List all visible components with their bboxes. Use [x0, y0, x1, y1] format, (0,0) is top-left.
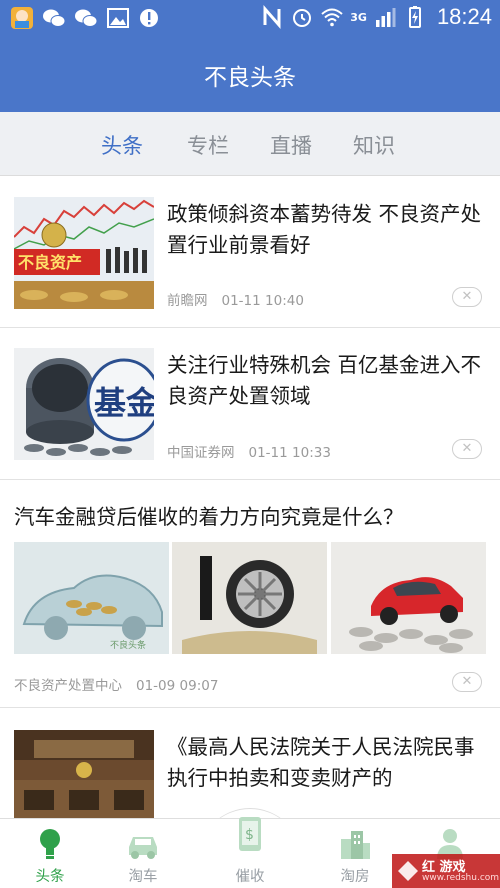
notification-icons — [10, 6, 162, 30]
news-feed: 不良资产 政策倾斜资本蓄势待发 不良资产处置行业前景看好 前瞻网 01-11 10… — [0, 177, 500, 818]
tab-headlines[interactable]: 头条 — [101, 130, 143, 160]
nfc-icon — [263, 5, 281, 29]
news-thumbnail — [172, 542, 327, 654]
news-item[interactable]: 《最高人民法院关于人民法院民事执行中拍卖和变卖财产的 — [0, 708, 500, 818]
news-title[interactable]: 关注行业特殊机会 百亿基金进入不良资产处置领域 — [167, 350, 484, 412]
tab-columns[interactable]: 专栏 — [187, 130, 229, 160]
news-source: 不良资产处置中心 — [14, 678, 122, 694]
gallery-icon — [107, 8, 129, 28]
dismiss-button[interactable]: ✕ — [452, 672, 482, 692]
wechat-icon-2 — [75, 9, 98, 27]
thumb-caption: 基金 — [94, 384, 154, 422]
watermark-url: www.redshu.com — [422, 873, 500, 883]
tab-knowledge[interactable]: 知识 — [353, 130, 395, 160]
clock: 18:24 — [436, 4, 492, 29]
tab-live[interactable]: 直播 — [270, 130, 312, 160]
news-title[interactable]: 《最高人民法院关于人民法院民事执行中拍卖和变卖财产的 — [167, 732, 484, 794]
news-source: 前瞻网 — [167, 293, 208, 309]
news-meta: 不良资产处置中心 01-09 09:07 — [14, 674, 218, 694]
news-title[interactable]: 政策倾斜资本蓄势待发 不良资产处置行业前景看好 — [167, 199, 484, 261]
category-tabs: 头条 专栏 直播 知识 — [0, 112, 500, 176]
thumb-caption: 不良资产 — [18, 253, 82, 272]
nav-houses[interactable]: 淘房 — [305, 819, 405, 888]
system-icons: 3G 18:24 — [260, 4, 492, 30]
bulb-icon — [40, 829, 60, 859]
news-title[interactable]: 汽车金融贷后催收的着力方向究竟是什么？ — [14, 502, 486, 532]
nav-label: 淘房 — [340, 869, 370, 885]
dismiss-button[interactable]: ✕ — [452, 287, 482, 307]
signal-icon — [375, 8, 396, 27]
watermark-logo-icon — [398, 861, 418, 881]
wechat-icon — [43, 9, 66, 27]
network-type: 3G — [350, 10, 367, 24]
phone-money-icon: $ — [239, 817, 261, 851]
wifi-icon — [321, 8, 343, 27]
news-time: 01-09 09:07 — [136, 678, 219, 694]
page-title: 不良头条 — [204, 65, 296, 91]
svg-text:$: $ — [245, 827, 254, 843]
news-item[interactable]: 汽车金融贷后催收的着力方向究竟是什么？ 不良头条 不良资产处置中心 01-09 … — [0, 480, 500, 708]
news-image-row: 不良头条 — [14, 542, 486, 654]
news-thumbnail — [14, 730, 154, 818]
site-watermark: 红 游戏 www.redshu.com — [392, 854, 500, 888]
nav-label: 头条 — [35, 869, 65, 885]
news-item[interactable]: 基金 关注行业特殊机会 百亿基金进入不良资产处置领域 中国证券网 01-11 10… — [0, 328, 500, 480]
bottom-nav: 头条 淘车 $ 催收 淘房 红 游戏 www.redshu.com — [0, 817, 500, 888]
nav-cars[interactable]: 淘车 — [93, 819, 193, 888]
app-bar: 不良头条 — [0, 38, 500, 112]
app-avatar-icon — [11, 7, 33, 29]
nav-label: 催收 — [235, 869, 265, 885]
news-thumbnail — [331, 542, 486, 654]
building-icon — [341, 831, 370, 859]
thumb-watermark: 不良头条 — [110, 639, 146, 651]
news-source: 中国证券网 — [167, 445, 235, 461]
news-thumbnail: 不良头条 — [14, 542, 169, 654]
alarm-icon — [293, 9, 312, 27]
news-item[interactable]: 不良资产 政策倾斜资本蓄势待发 不良资产处置行业前景看好 前瞻网 01-11 10… — [0, 177, 500, 328]
news-meta: 前瞻网 01-11 10:40 — [167, 289, 304, 309]
nav-label: 淘车 — [128, 869, 158, 885]
news-time: 01-11 10:40 — [221, 293, 304, 309]
dismiss-button[interactable]: ✕ — [452, 439, 482, 459]
news-thumbnail: 不良资产 — [14, 197, 154, 309]
news-thumbnail: 基金 — [14, 348, 154, 460]
shield-alert-icon — [140, 9, 158, 27]
nav-collections[interactable]: $ 催收 — [200, 817, 300, 888]
car-icon — [129, 837, 157, 859]
battery-charging-icon — [408, 6, 421, 28]
news-meta: 中国证券网 01-11 10:33 — [167, 441, 331, 461]
status-bar: 3G 18:24 — [0, 0, 500, 38]
news-time: 01-11 10:33 — [248, 445, 331, 461]
nav-headlines[interactable]: 头条 — [0, 819, 100, 888]
